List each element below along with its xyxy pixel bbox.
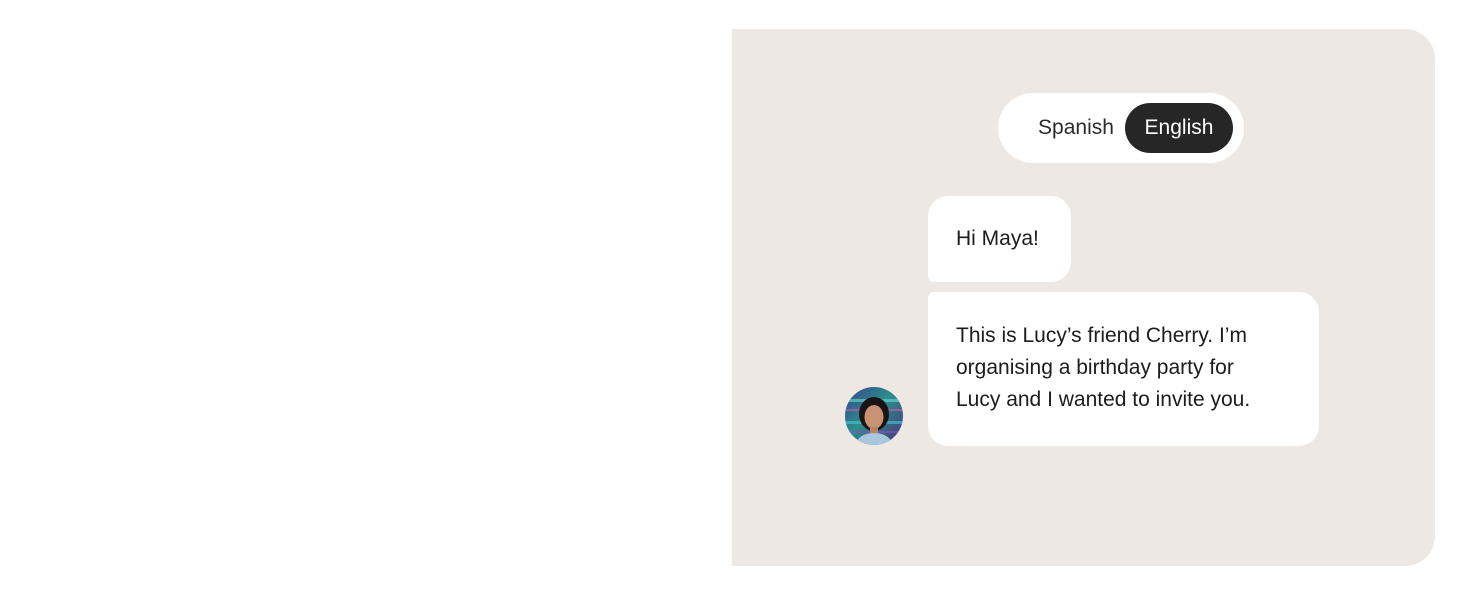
language-option-english[interactable]: English	[1125, 103, 1233, 153]
message-text: This is Lucy’s friend Cherry. I’m	[956, 324, 1247, 347]
page: Spanish English Hi Maya! This is Lucy’s …	[0, 0, 1464, 600]
message-text: Hi Maya!	[956, 227, 1039, 250]
message-text: organising a birthday party for	[956, 356, 1234, 379]
chat-panel: Spanish English Hi Maya! This is Lucy’s …	[732, 29, 1435, 566]
message-bubble: This is Lucy’s friend Cherry. I’m organi…	[928, 292, 1319, 446]
message-text: Lucy and I wanted to invite you.	[956, 388, 1251, 411]
person-photo-avatar-icon	[845, 387, 903, 445]
sender-avatar	[845, 387, 903, 445]
language-toggle: Spanish English	[998, 93, 1244, 163]
message-bubble: Hi Maya!	[928, 196, 1071, 282]
language-option-spanish[interactable]: Spanish	[1018, 103, 1134, 153]
